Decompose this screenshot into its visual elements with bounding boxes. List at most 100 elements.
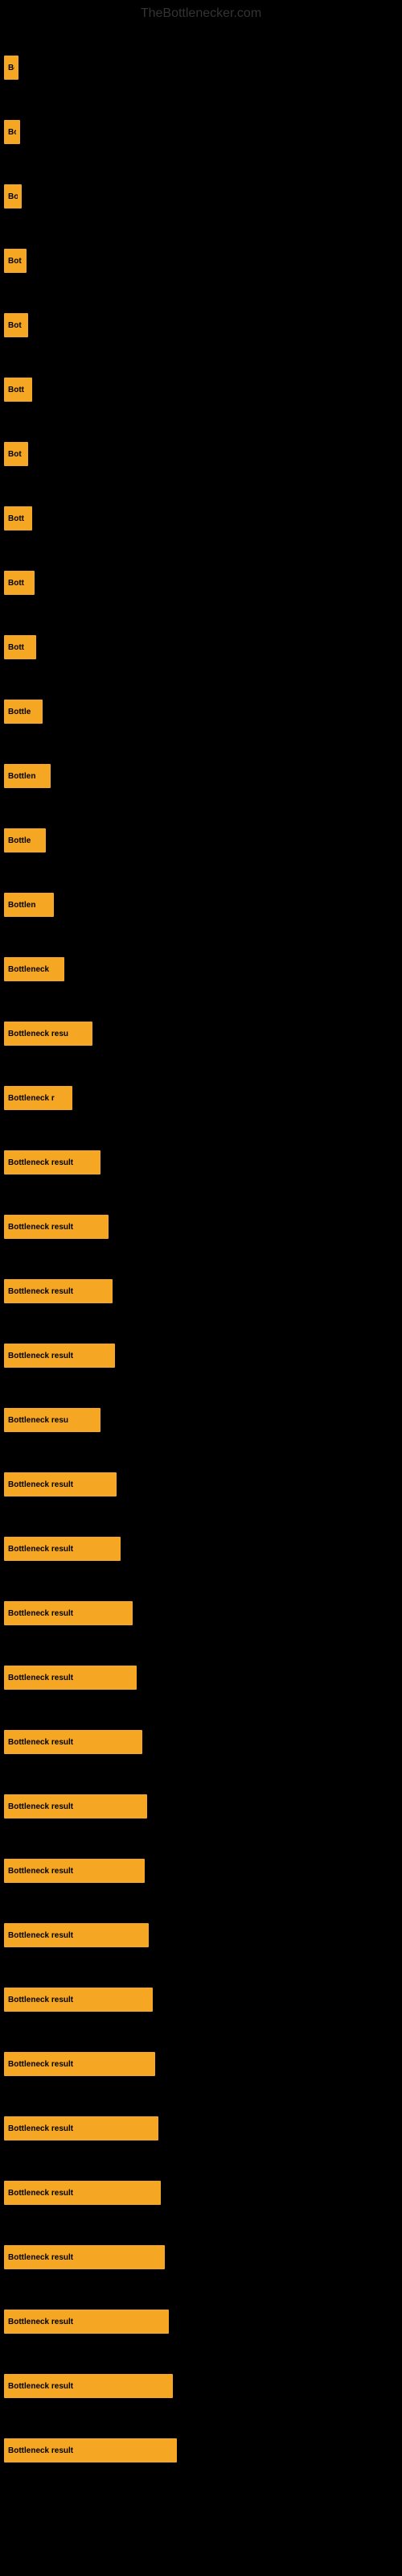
bar-label: Bottle xyxy=(8,836,31,845)
bar-label: Bott xyxy=(8,579,24,588)
bar[interactable]: Bottleneck xyxy=(4,957,64,981)
bar-label: Bottleneck result xyxy=(8,2446,73,2455)
bar[interactable]: Bottleneck resu xyxy=(4,1408,100,1432)
bar[interactable]: Bottleneck result xyxy=(4,1150,100,1174)
bar-row: Bottleneck result xyxy=(4,1259,398,1323)
bar[interactable]: Bo xyxy=(4,56,18,80)
bar-row: Bottlen xyxy=(4,873,398,937)
bar[interactable]: Bot xyxy=(4,249,27,273)
bar[interactable]: Bott xyxy=(4,506,32,530)
bar[interactable]: Bottlen xyxy=(4,764,51,788)
bar-label: Bottleneck result xyxy=(8,1480,73,1489)
bar-label: Bottleneck result xyxy=(8,1158,73,1167)
bar-row: Bo xyxy=(4,35,398,100)
bar[interactable]: Bottleneck result xyxy=(4,1344,115,1368)
bar[interactable]: Bottleneck result xyxy=(4,2310,169,2334)
bar[interactable]: Bottleneck result xyxy=(4,1537,121,1561)
bar-label: Bottleneck result xyxy=(8,1223,73,1232)
bar-label: Bottleneck result xyxy=(8,1674,73,1682)
bar-row: Bot xyxy=(4,229,398,293)
bar[interactable]: Bot xyxy=(4,442,28,466)
bar[interactable]: Bottleneck result xyxy=(4,1988,153,2012)
bar[interactable]: Bottleneck result xyxy=(4,1601,133,1625)
bar[interactable]: Bott xyxy=(4,571,35,595)
bar[interactable]: Bottlen xyxy=(4,893,54,917)
bar-label: Bottleneck result xyxy=(8,1287,73,1296)
bar-row: Bot xyxy=(4,422,398,486)
bar[interactable]: Bottleneck result xyxy=(4,2181,161,2205)
bar-label: Bottleneck result xyxy=(8,2253,73,2262)
bar-row: Bottleneck result xyxy=(4,2032,398,2096)
bar-label: Bottleneck result xyxy=(8,1609,73,1618)
bar-label: Bottleneck result xyxy=(8,2318,73,2326)
bar-row: Bottleneck result xyxy=(4,1130,398,1195)
bar-label: Bottleneck resu xyxy=(8,1030,68,1038)
bar[interactable]: Bottleneck result xyxy=(4,1923,149,1947)
bar-row: Bottleneck result xyxy=(4,1195,398,1259)
bar[interactable]: Bottleneck resu xyxy=(4,1022,92,1046)
bar-row: Bott xyxy=(4,551,398,615)
bar-row: Bottleneck result xyxy=(4,2161,398,2225)
title-text: TheBottlenecker.com xyxy=(141,6,261,20)
bar-row: Bottle xyxy=(4,808,398,873)
bar[interactable]: Bottleneck r xyxy=(4,1086,72,1110)
bar-label: Bott xyxy=(8,643,24,652)
bar-label: Bottleneck result xyxy=(8,2060,73,2069)
bar[interactable]: Bottleneck result xyxy=(4,1794,147,1818)
bar-label: Bottleneck result xyxy=(8,1545,73,1554)
bar-label: Bott xyxy=(8,514,24,523)
bar-label: Bottleneck result xyxy=(8,1931,73,1940)
bar-label: Bottleneck result xyxy=(8,1738,73,1747)
bars-container: Bo Bo Bo Bot Bot Bott Bot Bott Bott Bott Bottle Bot… xyxy=(0,27,402,2491)
bar-row: Bottleneck xyxy=(4,937,398,1001)
bar-row: Bottlen xyxy=(4,744,398,808)
bar[interactable]: Bott xyxy=(4,378,32,402)
bar-label: Bottlen xyxy=(8,772,35,781)
bar[interactable]: Bo xyxy=(4,184,22,208)
bar[interactable]: Bottleneck result xyxy=(4,2052,155,2076)
bar[interactable]: Bottleneck result xyxy=(4,1279,113,1303)
bar-row: Bottleneck result xyxy=(4,1645,398,1710)
bar[interactable]: Bottle xyxy=(4,700,43,724)
bar-label: Bo xyxy=(8,192,18,201)
bar-label: Bottleneck result xyxy=(8,2189,73,2198)
bar-row: Bottleneck result xyxy=(4,2225,398,2289)
bar-label: Bottleneck result xyxy=(8,2124,73,2133)
site-title: TheBottlenecker.com xyxy=(0,0,402,27)
bar[interactable]: Bottleneck result xyxy=(4,2438,177,2462)
bar-row: Bottleneck result xyxy=(4,2289,398,2354)
bar[interactable]: Bottleneck result xyxy=(4,2116,158,2140)
bar-row: Bottleneck result xyxy=(4,2096,398,2161)
bar-row: Bottleneck r xyxy=(4,1066,398,1130)
bar-label: Bot xyxy=(8,257,22,266)
bar-row: Bottleneck resu xyxy=(4,1388,398,1452)
bar[interactable]: Bottleneck result xyxy=(4,1215,109,1239)
bar-label: Bottleneck resu xyxy=(8,1416,68,1425)
bar-row: Bottleneck result xyxy=(4,1967,398,2032)
bar[interactable]: Bottleneck result xyxy=(4,1859,145,1883)
bar-label: Bot xyxy=(8,321,22,330)
bar-label: Bot xyxy=(8,450,22,459)
bar-row: Bott xyxy=(4,615,398,679)
bar[interactable]: Bott xyxy=(4,635,36,659)
bar-label: Bottleneck result xyxy=(8,2382,73,2391)
bar-row: Bottleneck result xyxy=(4,1517,398,1581)
bar-label: Bottle xyxy=(8,708,31,716)
bar[interactable]: Bottleneck result xyxy=(4,2245,165,2269)
bar[interactable]: Bottleneck result xyxy=(4,1730,142,1754)
bar[interactable]: Bot xyxy=(4,313,28,337)
bar-label: Bo xyxy=(8,64,14,72)
bar[interactable]: Bo xyxy=(4,120,20,144)
bar[interactable]: Bottleneck result xyxy=(4,1666,137,1690)
bar-row: Bottleneck result xyxy=(4,2418,398,2483)
bar[interactable]: Bottle xyxy=(4,828,46,852)
bar-row: Bottleneck result xyxy=(4,1839,398,1903)
bar-row: Bo xyxy=(4,100,398,164)
bar[interactable]: Bottleneck result xyxy=(4,1472,117,1496)
bar-row: Bottleneck resu xyxy=(4,1001,398,1066)
bar-label: Bottleneck result xyxy=(8,1352,73,1360)
bar-row: Bo xyxy=(4,164,398,229)
bar-row: Bottleneck result xyxy=(4,1774,398,1839)
bar[interactable]: Bottleneck result xyxy=(4,2374,173,2398)
bar-label: Bott xyxy=(8,386,24,394)
